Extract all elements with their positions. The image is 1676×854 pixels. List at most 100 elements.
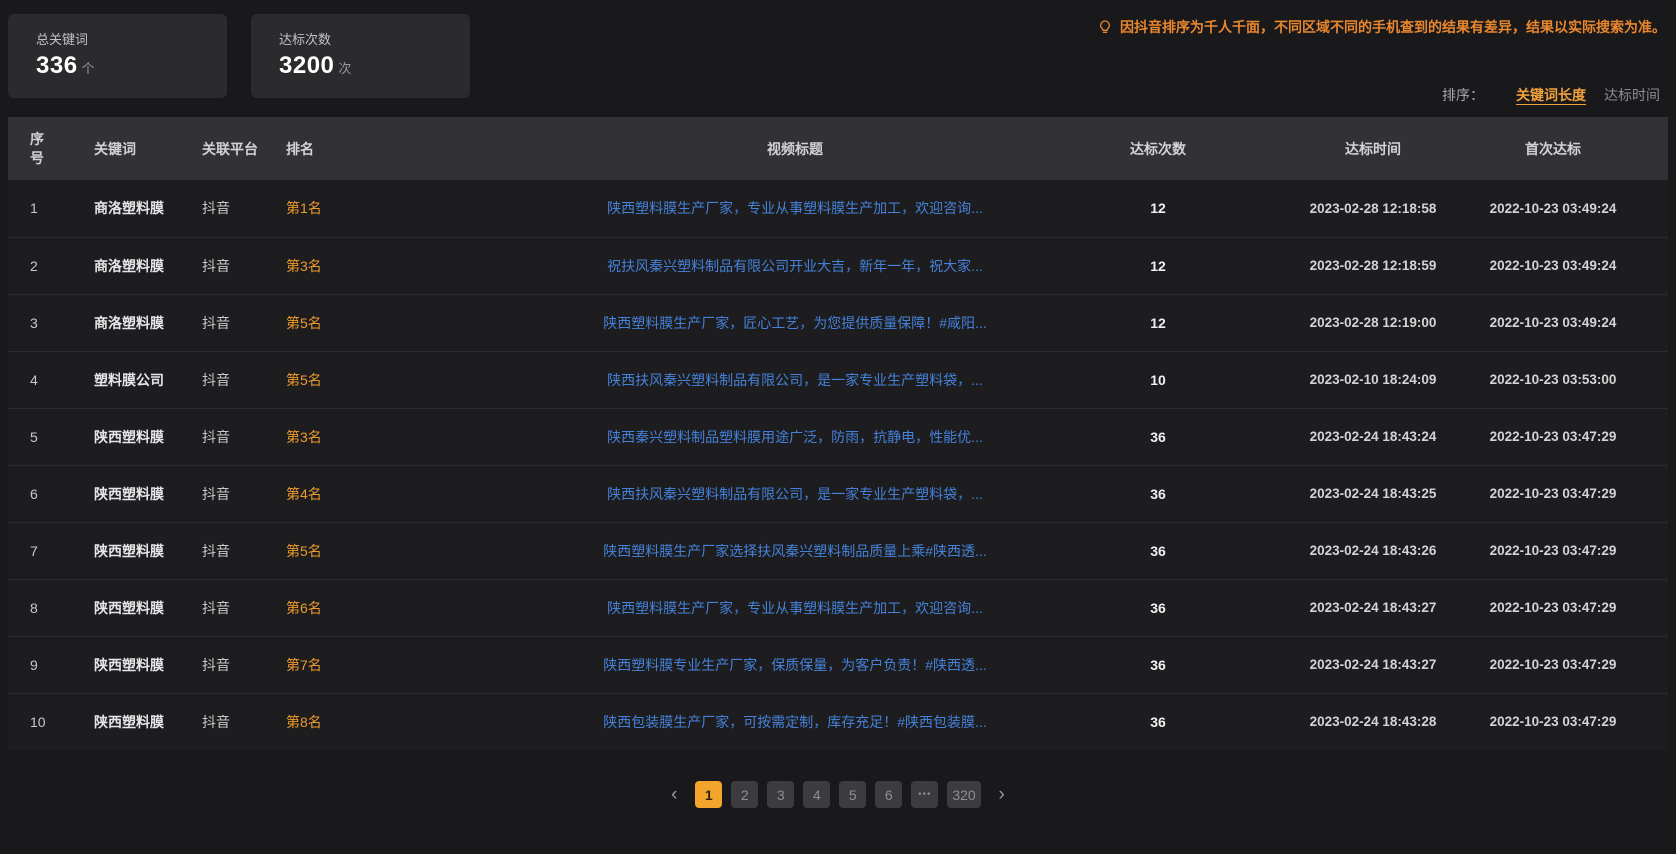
video-title-link[interactable]: 陕西塑料膜专业生产厂家，保质保量，为客户负责！#陕西透... <box>603 657 986 673</box>
lightbulb-icon <box>1097 19 1113 35</box>
keyword-ranking-table: 序号 关键词 关联平台 排名 视频标题 达标次数 达标时间 首次达标 1 商洛塑… <box>8 117 1668 750</box>
row-platform: 抖音 <box>202 237 272 294</box>
video-title-link[interactable]: 陕西塑料膜生产厂家，专业从事塑料膜生产加工，欢迎咨询... <box>607 600 983 616</box>
row-first-reach: 2022-10-23 03:47:29 <box>1478 465 1668 522</box>
table-row: 2 商洛塑料膜 抖音 第3名 祝扶风秦兴塑料制品有限公司开业大吉，新年一年，祝大… <box>8 237 1668 294</box>
page-buttons: 123456 ••• 320 <box>695 781 980 808</box>
row-keyword: 商洛塑料膜 <box>72 180 202 237</box>
col-header-first-reach: 首次达标 <box>1478 117 1668 180</box>
col-header-reach-time: 达标时间 <box>1268 117 1478 180</box>
table-header: 序号 关键词 关联平台 排名 视频标题 达标次数 达标时间 首次达标 <box>8 117 1668 180</box>
col-header-video-title: 视频标题 <box>392 117 1048 180</box>
row-keyword: 商洛塑料膜 <box>72 294 202 351</box>
row-first-reach: 2022-10-23 03:53:00 <box>1478 351 1668 408</box>
row-first-reach: 2022-10-23 03:49:24 <box>1478 237 1668 294</box>
stat-card-reach-count: 达标次数 3200次 <box>251 14 470 98</box>
row-reach-time: 2023-02-28 12:18:58 <box>1268 180 1478 237</box>
sort-option-reach-time[interactable]: 达标时间 <box>1604 87 1660 103</box>
stat-card-total-keywords: 总关键词 336个 <box>8 14 227 98</box>
row-platform: 抖音 <box>202 465 272 522</box>
video-title-link[interactable]: 陕西扶风秦兴塑料制品有限公司，是一家专业生产塑料袋，... <box>607 372 983 388</box>
table-row: 4 塑料膜公司 抖音 第5名 陕西扶风秦兴塑料制品有限公司，是一家专业生产塑料袋… <box>8 351 1668 408</box>
row-first-reach: 2022-10-23 03:49:24 <box>1478 294 1668 351</box>
row-reach-count: 12 <box>1048 294 1268 351</box>
row-index: 5 <box>8 408 72 465</box>
table-row: 9 陕西塑料膜 抖音 第7名 陕西塑料膜专业生产厂家，保质保量，为客户负责！#陕… <box>8 636 1668 693</box>
table-row: 1 商洛塑料膜 抖音 第1名 陕西塑料膜生产厂家，专业从事塑料膜生产加工，欢迎咨… <box>8 180 1668 237</box>
row-reach-count: 36 <box>1048 522 1268 579</box>
row-rank: 第5名 <box>272 351 392 408</box>
page-button-1[interactable]: 1 <box>695 781 722 808</box>
row-platform: 抖音 <box>202 294 272 351</box>
video-title-link[interactable]: 陕西塑料膜生产厂家，专业从事塑料膜生产加工，欢迎咨询... <box>607 200 983 216</box>
row-title-cell: 陕西扶风秦兴塑料制品有限公司，是一家专业生产塑料袋，... <box>392 465 1048 522</box>
row-platform: 抖音 <box>202 579 272 636</box>
page-button-2[interactable]: 2 <box>731 781 758 808</box>
video-title-link[interactable]: 祝扶风秦兴塑料制品有限公司开业大吉，新年一年，祝大家... <box>607 258 983 274</box>
table-row: 8 陕西塑料膜 抖音 第6名 陕西塑料膜生产厂家，专业从事塑料膜生产加工，欢迎咨… <box>8 579 1668 636</box>
row-index: 10 <box>8 693 72 750</box>
stat-unit: 个 <box>82 61 96 76</box>
table-row: 3 商洛塑料膜 抖音 第5名 陕西塑料膜生产厂家，匠心工艺，为您提供质量保障！#… <box>8 294 1668 351</box>
sort-label: 排序： <box>1442 87 1484 103</box>
row-index: 1 <box>8 180 72 237</box>
video-title-link[interactable]: 陕西塑料膜生产厂家选择扶风秦兴塑料制品质量上乘#陕西透... <box>603 543 986 559</box>
row-reach-time: 2023-02-10 18:24:09 <box>1268 351 1478 408</box>
prev-page-button[interactable]: ‹ <box>662 781 686 808</box>
row-keyword: 塑料膜公司 <box>72 351 202 408</box>
row-index: 8 <box>8 579 72 636</box>
row-reach-time: 2023-02-24 18:43:24 <box>1268 408 1478 465</box>
video-title-link[interactable]: 陕西包装膜生产厂家，可按需定制，库存充足！#陕西包装膜... <box>603 714 986 730</box>
page-button-4[interactable]: 4 <box>803 781 830 808</box>
row-first-reach: 2022-10-23 03:47:29 <box>1478 522 1668 579</box>
ellipsis-button[interactable]: ••• <box>911 781 938 808</box>
page-button-320[interactable]: 320 <box>947 781 980 808</box>
row-reach-time: 2023-02-24 18:43:26 <box>1268 522 1478 579</box>
stat-number: 336 <box>36 52 78 79</box>
table-row: 7 陕西塑料膜 抖音 第5名 陕西塑料膜生产厂家选择扶风秦兴塑料制品质量上乘#陕… <box>8 522 1668 579</box>
row-index: 6 <box>8 465 72 522</box>
row-platform: 抖音 <box>202 636 272 693</box>
stats-row: 总关键词 336个 达标次数 3200次 <box>0 0 1676 98</box>
row-index: 9 <box>8 636 72 693</box>
row-title-cell: 陕西秦兴塑料制品塑料膜用途广泛，防雨，抗静电，性能优... <box>392 408 1048 465</box>
row-rank: 第1名 <box>272 180 392 237</box>
video-title-link[interactable]: 陕西扶风秦兴塑料制品有限公司，是一家专业生产塑料袋，... <box>607 486 983 502</box>
row-reach-time: 2023-02-24 18:43:28 <box>1268 693 1478 750</box>
table-row: 5 陕西塑料膜 抖音 第3名 陕西秦兴塑料制品塑料膜用途广泛，防雨，抗静电，性能… <box>8 408 1668 465</box>
stat-label: 达标次数 <box>279 29 470 48</box>
video-title-link[interactable]: 陕西塑料膜生产厂家，匠心工艺，为您提供质量保障！#咸阳... <box>603 315 986 331</box>
row-reach-count: 12 <box>1048 237 1268 294</box>
row-index: 3 <box>8 294 72 351</box>
row-rank: 第8名 <box>272 693 392 750</box>
row-title-cell: 陕西塑料膜生产厂家选择扶风秦兴塑料制品质量上乘#陕西透... <box>392 522 1048 579</box>
row-index: 7 <box>8 522 72 579</box>
pagination: ‹ 123456 ••• 320 › <box>0 781 1676 808</box>
row-title-cell: 陕西塑料膜生产厂家，匠心工艺，为您提供质量保障！#咸阳... <box>392 294 1048 351</box>
row-reach-time: 2023-02-28 12:19:00 <box>1268 294 1478 351</box>
disclaimer-text: 因抖音排序为千人千面，不同区域不同的手机查到的结果有差异，结果以实际搜索为准。 <box>1120 17 1666 37</box>
row-reach-count: 12 <box>1048 180 1268 237</box>
row-keyword: 陕西塑料膜 <box>72 408 202 465</box>
page-button-6[interactable]: 6 <box>875 781 902 808</box>
row-platform: 抖音 <box>202 351 272 408</box>
row-reach-time: 2023-02-28 12:18:59 <box>1268 237 1478 294</box>
row-reach-count: 36 <box>1048 579 1268 636</box>
video-title-link[interactable]: 陕西秦兴塑料制品塑料膜用途广泛，防雨，抗静电，性能优... <box>607 429 983 445</box>
row-reach-count: 10 <box>1048 351 1268 408</box>
row-rank: 第4名 <box>272 465 392 522</box>
stat-value: 3200次 <box>279 52 470 80</box>
row-reach-count: 36 <box>1048 408 1268 465</box>
row-keyword: 陕西塑料膜 <box>72 465 202 522</box>
page-button-3[interactable]: 3 <box>767 781 794 808</box>
page-button-5[interactable]: 5 <box>839 781 866 808</box>
row-reach-count: 36 <box>1048 636 1268 693</box>
sort-option-keyword-length[interactable]: 关键词长度 <box>1516 87 1586 103</box>
row-keyword: 陕西塑料膜 <box>72 579 202 636</box>
row-index: 2 <box>8 237 72 294</box>
stat-unit: 次 <box>338 61 352 76</box>
row-title-cell: 陕西塑料膜专业生产厂家，保质保量，为客户负责！#陕西透... <box>392 636 1048 693</box>
col-header-platform: 关联平台 <box>202 117 272 180</box>
next-page-button[interactable]: › <box>990 781 1014 808</box>
row-reach-time: 2023-02-24 18:43:25 <box>1268 465 1478 522</box>
